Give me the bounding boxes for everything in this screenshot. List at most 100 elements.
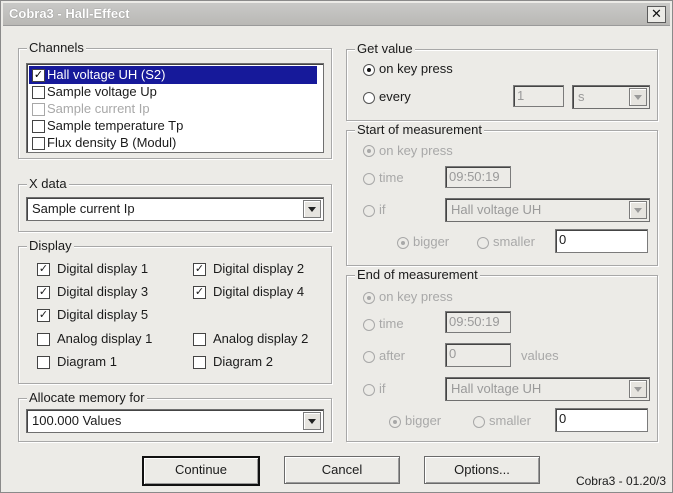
channel-label: Sample temperature Tp (47, 118, 184, 133)
display-legend: Display (27, 238, 74, 253)
end-after-label: after (379, 348, 406, 363)
continue-button[interactable]: Continue (142, 456, 260, 486)
xdata-select[interactable]: Sample current Ip (26, 197, 324, 221)
channel-item-sample-voltage[interactable]: Sample voltage Up (29, 83, 317, 101)
end-group: End of measurement on key press time 09:… (346, 267, 658, 442)
channel-checkbox[interactable] (32, 120, 45, 133)
diagram-2-label: Diagram 2 (213, 354, 273, 369)
end-keypress-label: on key press (379, 289, 453, 304)
channel-item-sample-temperature[interactable]: Sample temperature Tp (29, 117, 317, 135)
xdata-value: Sample current Ip (32, 201, 135, 216)
memory-value: 100.000 Values (32, 413, 122, 428)
channel-label: Sample current Ip (47, 101, 150, 116)
start-smaller-label: smaller (493, 234, 535, 249)
version-label: Cobra3 - 01.20/3 (575, 474, 666, 488)
start-if-channel-select[interactable]: Hall voltage UH (445, 198, 650, 222)
channel-checkbox[interactable] (32, 86, 45, 99)
end-bigger-label: bigger (405, 413, 442, 428)
options-button[interactable]: Options... (424, 456, 540, 484)
channel-label: Hall voltage UH (S2) (47, 67, 166, 82)
end-after-field[interactable]: 0 (445, 343, 511, 367)
start-bigger-radio[interactable] (397, 237, 409, 249)
end-time-field[interactable]: 09:50:19 (445, 311, 511, 333)
end-smaller-radio[interactable] (473, 416, 485, 428)
end-if-radio[interactable] (363, 384, 375, 396)
channel-label: Flux density B (Modul) (47, 135, 177, 150)
start-time-field[interactable]: 09:50:19 (445, 166, 511, 188)
digital-display-3-label: Digital display 3 (57, 284, 149, 299)
start-time-label: time (379, 170, 404, 185)
start-smaller-radio[interactable] (477, 237, 489, 249)
getvalue-keypress-label: on key press (379, 61, 453, 76)
window-title: Cobra3 - Hall-Effect (9, 6, 130, 21)
digital-display-4-label: Digital display 4 (213, 284, 305, 299)
diagram-1-checkbox[interactable] (37, 356, 50, 369)
getvalue-legend: Get value (355, 41, 415, 56)
end-if-label: if (379, 381, 386, 396)
chevron-down-icon[interactable] (629, 88, 647, 106)
end-keypress-radio[interactable] (363, 292, 375, 304)
cancel-button[interactable]: Cancel (284, 456, 400, 484)
close-icon[interactable]: ✕ (647, 6, 666, 23)
channels-group: Channels ✓ Hall voltage UH (S2) Sample v… (18, 40, 332, 159)
start-if-label: if (379, 202, 386, 217)
digital-display-3-checkbox[interactable]: ✓ (37, 286, 50, 299)
every-value-field[interactable]: 1 (513, 85, 564, 107)
digital-display-2-checkbox[interactable]: ✓ (193, 263, 206, 276)
dialog-window: Cobra3 - Hall-Effect ✕ Channels ✓ Hall v… (0, 0, 673, 493)
channel-label: Sample voltage Up (47, 84, 157, 99)
chevron-down-icon[interactable] (303, 412, 321, 430)
display-group: Display ✓ Digital display 1 ✓ Digital di… (18, 238, 332, 384)
chevron-down-icon[interactable] (629, 201, 647, 219)
chevron-down-icon[interactable] (629, 380, 647, 398)
channel-checkbox (32, 103, 45, 116)
digital-display-5-checkbox[interactable]: ✓ (37, 309, 50, 322)
analog-display-2-label: Analog display 2 (213, 331, 309, 346)
start-threshold-field[interactable]: 0 (555, 229, 648, 253)
end-bigger-radio[interactable] (389, 416, 401, 428)
channel-checkbox[interactable]: ✓ (32, 69, 45, 82)
chevron-down-icon[interactable] (303, 200, 321, 218)
analog-display-1-checkbox[interactable] (37, 333, 50, 346)
end-after-radio[interactable] (363, 351, 375, 363)
start-time-radio[interactable] (363, 173, 375, 185)
start-if-radio[interactable] (363, 205, 375, 217)
getvalue-keypress-radio[interactable] (363, 64, 375, 76)
every-unit-value: s (578, 89, 585, 104)
digital-display-1-checkbox[interactable]: ✓ (37, 263, 50, 276)
analog-display-2-checkbox[interactable] (193, 333, 206, 346)
digital-display-4-checkbox[interactable]: ✓ (193, 286, 206, 299)
end-threshold-field[interactable]: 0 (555, 408, 648, 432)
analog-display-1-label: Analog display 1 (57, 331, 153, 346)
end-if-channel-select[interactable]: Hall voltage UH (445, 377, 650, 401)
start-bigger-label: bigger (413, 234, 450, 249)
channels-legend: Channels (27, 40, 86, 55)
digital-display-2-label: Digital display 2 (213, 261, 305, 276)
xdata-legend: X data (27, 176, 69, 191)
end-smaller-label: smaller (489, 413, 531, 428)
memory-legend: Allocate memory for (27, 390, 147, 405)
diagram-1-label: Diagram 1 (57, 354, 117, 369)
digital-display-1-label: Digital display 1 (57, 261, 149, 276)
end-legend: End of measurement (355, 267, 480, 282)
xdata-group: X data Sample current Ip (18, 176, 332, 232)
getvalue-every-radio[interactable] (363, 92, 375, 104)
channel-checkbox[interactable] (32, 137, 45, 150)
diagram-2-checkbox[interactable] (193, 356, 206, 369)
memory-group: Allocate memory for 100.000 Values (18, 390, 332, 442)
getvalue-group: Get value on key press every 1 s (346, 41, 658, 121)
end-time-radio[interactable] (363, 319, 375, 331)
digital-display-5-label: Digital display 5 (57, 307, 149, 322)
end-values-label: values (521, 348, 559, 363)
every-unit-select[interactable]: s (572, 85, 650, 109)
channels-list[interactable]: ✓ Hall voltage UH (S2) Sample voltage Up… (26, 63, 324, 153)
channel-item-flux-density[interactable]: Flux density B (Modul) (29, 134, 317, 152)
title-bar[interactable]: Cobra3 - Hall-Effect ✕ (3, 3, 670, 26)
start-keypress-label: on key press (379, 143, 453, 158)
channel-item-sample-current: Sample current Ip (29, 100, 317, 118)
start-keypress-radio[interactable] (363, 145, 375, 157)
getvalue-every-label: every (379, 89, 411, 104)
channel-item-hall-voltage[interactable]: ✓ Hall voltage UH (S2) (29, 66, 317, 84)
memory-select[interactable]: 100.000 Values (26, 409, 324, 433)
end-if-channel-value: Hall voltage UH (451, 381, 542, 396)
